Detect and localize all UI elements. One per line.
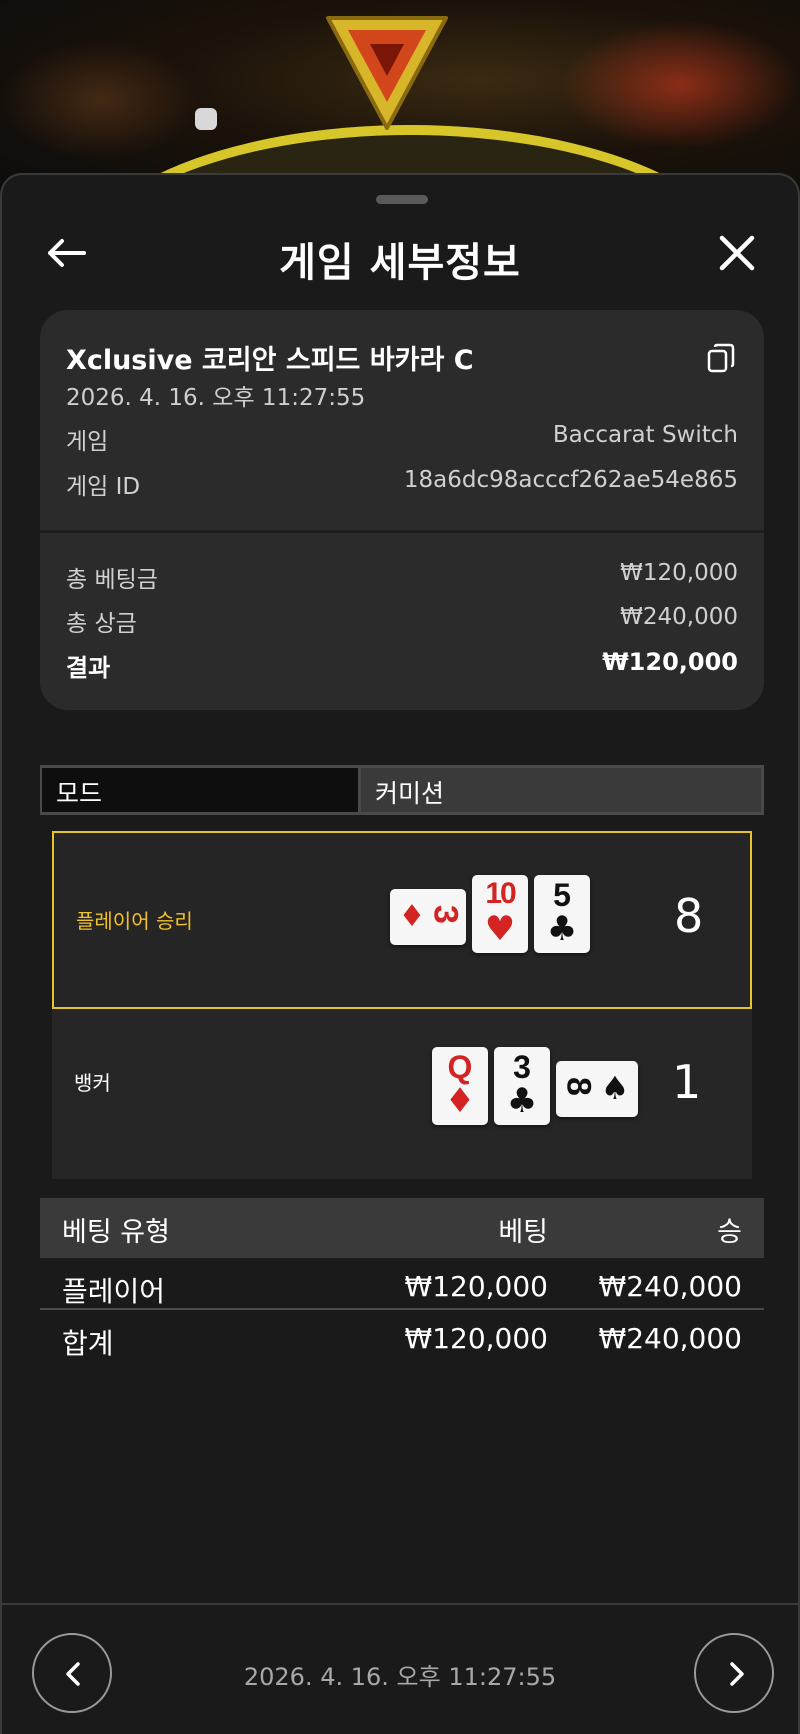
column-bet-type: 베팅 유형 (62, 1217, 170, 1248)
table-total-row: 합계 ₩120,000 ₩240,000 (40, 1310, 764, 1360)
playing-card: Q ♦ (432, 1047, 488, 1125)
total-bet-value: ₩120,000 (620, 560, 738, 586)
close-icon[interactable] (712, 228, 762, 278)
bets-table-header: 베팅 유형 베팅 승 (40, 1198, 764, 1258)
mode-tabs: 모드 커미션 (40, 765, 764, 815)
result-value: ₩120,000 (602, 648, 738, 676)
card-rank: 10 (485, 877, 516, 910)
playing-card: 10 ♥ (472, 875, 528, 953)
card-divider (40, 530, 764, 533)
game-id-label: 게임 ID (66, 474, 141, 500)
playing-card: ♦ 3 (390, 889, 466, 945)
stream-background (0, 0, 800, 200)
total-win-value: ₩240,000 (620, 604, 738, 630)
game-id-value: 18a6dc98acccf262ae54e865 (403, 467, 738, 493)
playing-card: 3 ♣ (494, 1047, 550, 1125)
tab-mode[interactable]: 모드 (40, 765, 358, 815)
card-suit: ♦ (444, 1081, 476, 1121)
wheel-pointer-icon (326, 16, 448, 130)
playing-card: 5 ♣ (534, 875, 590, 953)
banker-result: 뱅커 Q ♦ 3 ♣ 8 ♠ 1 (52, 1009, 752, 1179)
banker-score: 1 (672, 1055, 702, 1109)
total-win-label: 총 상금 (66, 611, 137, 637)
chevron-right-icon (730, 1662, 744, 1686)
drag-handle[interactable] (376, 195, 428, 204)
banker-label: 뱅커 (74, 1071, 111, 1095)
table-name: Xclusive 코리안 스피드 바카라 C (66, 345, 474, 376)
result-label: 결과 (66, 654, 111, 682)
card-suit: ♥ (484, 909, 516, 949)
column-win: 승 (717, 1217, 742, 1248)
copy-icon[interactable] (706, 342, 736, 374)
round-navigation: 2026. 4. 16. 오후 11:27:55 (2, 1603, 798, 1734)
playing-card: 8 ♠ (556, 1061, 638, 1117)
player-result: 플레이어 승리 ♦ 3 10 ♥ 5 ♣ 8 (52, 831, 752, 1009)
card-suit: ♣ (506, 1081, 538, 1121)
game-label: 게임 (66, 429, 109, 455)
card-rank: 3 (426, 905, 465, 924)
bet-type-cell: 플레이어 (62, 1275, 166, 1308)
total-bet-cell: ₩120,000 (404, 1322, 548, 1355)
page-title: 게임 세부정보 (279, 240, 521, 286)
next-round-button[interactable] (694, 1633, 774, 1713)
game-datetime: 2026. 4. 16. 오후 11:27:55 (66, 385, 366, 411)
total-win-cell: ₩240,000 (598, 1322, 742, 1355)
win-amount-cell: ₩240,000 (598, 1270, 742, 1303)
game-summary-card: Xclusive 코리안 스피드 바카라 C 2026. 4. 16. 오후 1… (40, 310, 764, 710)
card-suit: ♠ (600, 1069, 630, 1107)
player-score: 8 (674, 889, 704, 943)
sheet-header: 게임 세부정보 (2, 220, 798, 290)
bet-amount-cell: ₩120,000 (404, 1270, 548, 1303)
total-bet-label: 총 베팅금 (66, 567, 158, 593)
card-rank: 8 (559, 1077, 598, 1096)
player-label: 플레이어 승리 (76, 909, 193, 933)
table-row: 플레이어 ₩120,000 ₩240,000 (40, 1258, 764, 1308)
game-value: Baccarat Switch (552, 422, 738, 448)
tab-commission[interactable]: 커미션 (358, 765, 764, 815)
game-details-sheet: 게임 세부정보 Xclusive 코리안 스피드 바카라 C 2026. 4. … (0, 173, 800, 1734)
total-label-cell: 합계 (62, 1327, 114, 1360)
round-datetime: 2026. 4. 16. 오후 11:27:55 (243, 1663, 557, 1691)
card-suit: ♣ (546, 909, 578, 949)
column-bet: 베팅 (498, 1217, 548, 1248)
